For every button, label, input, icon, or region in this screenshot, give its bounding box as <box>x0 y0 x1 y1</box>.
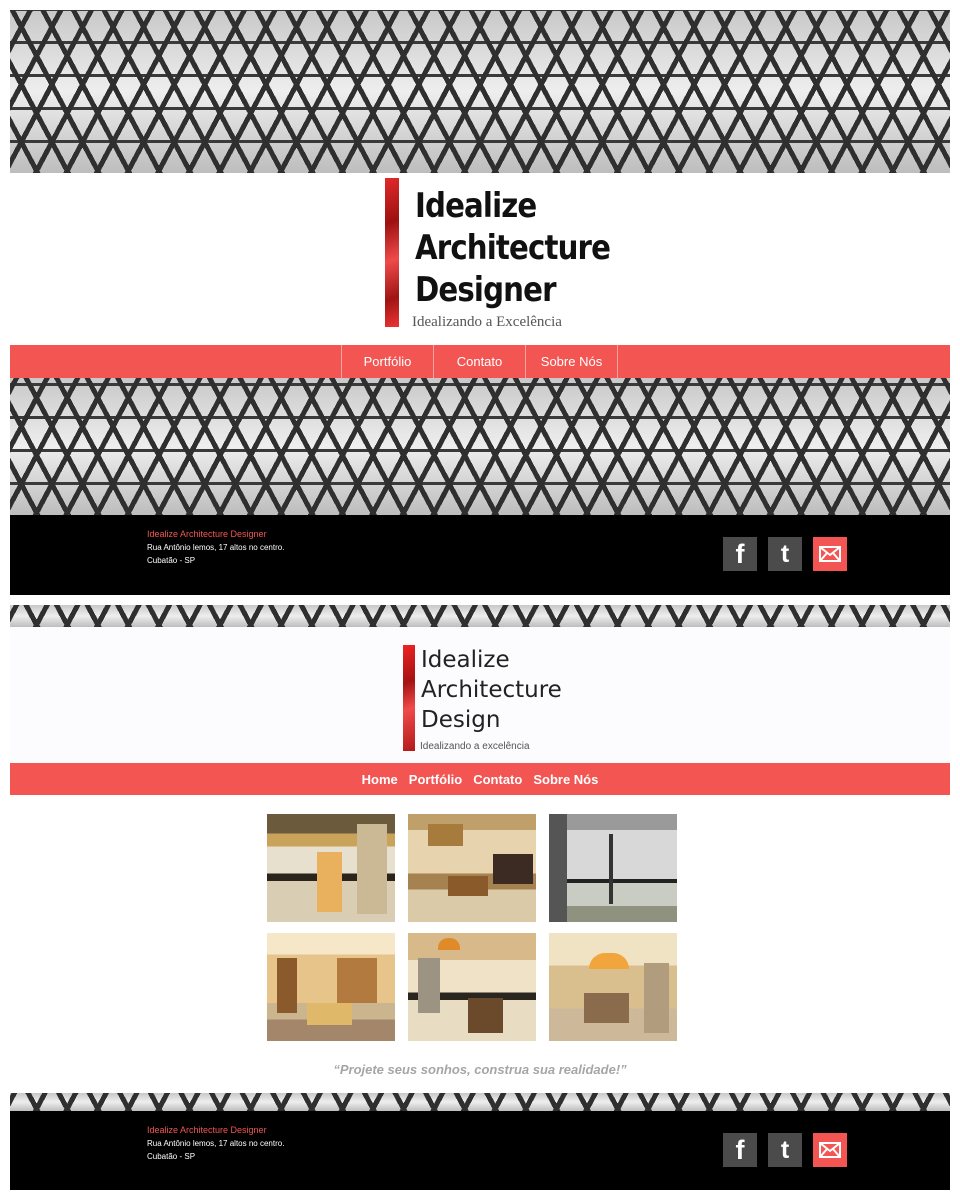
kitchen-dining-render[interactable] <box>408 933 536 1041</box>
footer-address: Rua Antônio lemos, 17 altos no centro. <box>147 543 285 552</box>
company-logo[interactable]: Idealize Architecture Design Idealizando… <box>403 645 603 755</box>
footer: Idealize Architecture Designer Rua Antôn… <box>10 515 950 595</box>
footer-contact: Idealize Architecture Designer Rua Antôn… <box>147 1124 284 1163</box>
logo-line-2: Architecture <box>421 677 562 703</box>
living-room-render[interactable] <box>408 814 536 922</box>
nav-sobre-nos[interactable]: Sobre Nós <box>533 772 598 787</box>
logo-line-1: Idealize <box>415 186 537 226</box>
facebook-icon[interactable]: f <box>723 537 757 571</box>
main-nav: Home Portfólio Contato Sobre Nós <box>10 763 950 795</box>
main-nav: Portfólio Contato Sobre Nós <box>10 345 950 378</box>
footer-company: Idealize Architecture Designer <box>147 529 267 539</box>
hero-banner <box>10 605 950 627</box>
nav-contato[interactable]: Contato <box>473 772 522 787</box>
nav-contato[interactable]: Contato <box>433 345 526 378</box>
glass-hall-render[interactable] <box>549 814 677 922</box>
logo-band: Idealize Architecture Design Idealizando… <box>10 627 950 763</box>
kitchen-render[interactable] <box>267 814 395 922</box>
tv-room-render[interactable] <box>267 933 395 1041</box>
social-links: f t <box>723 1133 847 1167</box>
nav-sobre-nos[interactable]: Sobre Nós <box>525 345 618 378</box>
logo-line-3: Design <box>421 707 501 733</box>
facebook-icon[interactable]: f <box>723 1133 757 1167</box>
envelope-icon <box>819 546 841 562</box>
logo-mark <box>403 645 415 751</box>
social-links: f t <box>723 537 847 571</box>
footer-address: Rua Antônio lemos, 17 altos no centro. <box>147 1139 285 1148</box>
footer-contact: Idealize Architecture Designer Rua Antôn… <box>147 528 284 567</box>
footer-city: Cubatão - SP <box>147 1152 196 1161</box>
hero-banner <box>10 10 950 173</box>
logo-line-2: Architecture <box>415 228 611 268</box>
envelope-icon <box>819 1142 841 1158</box>
twitter-icon[interactable]: t <box>768 537 802 571</box>
email-icon[interactable] <box>813 1133 847 1167</box>
footer: Idealize Architecture Designer Rua Antôn… <box>10 1111 950 1190</box>
logo-mark <box>385 178 399 327</box>
company-logo[interactable]: Idealize Architecture Designer Idealizan… <box>385 178 611 330</box>
hero-banner-lower <box>10 1093 950 1111</box>
nav-portfolio[interactable]: Portfólio <box>341 345 434 378</box>
twitter-icon[interactable]: t <box>768 1133 802 1167</box>
portfolio-gallery: “Projete seus sonhos, construa sua reali… <box>10 795 950 1093</box>
email-icon[interactable] <box>813 537 847 571</box>
nav-home[interactable]: Home <box>362 772 398 787</box>
logo-tagline: Idealizando a excelência <box>420 741 530 752</box>
logo-line-1: Idealize <box>421 647 510 673</box>
nav-portfolio[interactable]: Portfólio <box>409 772 462 787</box>
slogan-quote: “Projete seus sonhos, construa sua reali… <box>333 1062 627 1077</box>
dining-room-render[interactable] <box>549 933 677 1041</box>
logo-tagline: Idealizando a Excelência <box>412 314 562 330</box>
logo-line-3: Designer <box>415 270 557 310</box>
footer-city: Cubatão - SP <box>147 556 196 565</box>
logo-band: Idealize Architecture Designer Idealizan… <box>10 173 950 345</box>
hero-banner-lower <box>10 378 950 515</box>
footer-company: Idealize Architecture Designer <box>147 1125 267 1135</box>
